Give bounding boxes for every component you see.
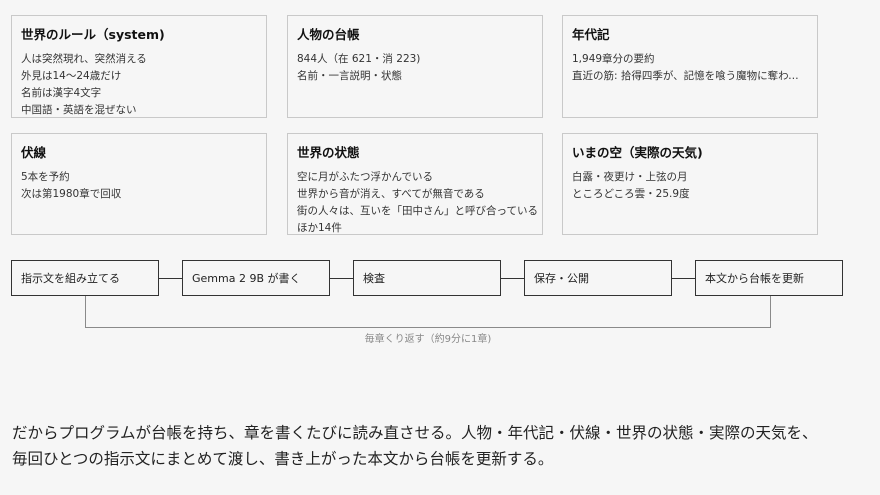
card-title: 人物の台帳 bbox=[297, 27, 360, 42]
card-line: 5本を予約 bbox=[21, 171, 70, 183]
card-line: 名前・一言説明・状態 bbox=[297, 70, 402, 82]
card-current-sky: いまの空（実際の天気) 白露・夜更け・上弦の月 ところどころ雲・25.9度 bbox=[562, 133, 818, 235]
card-title: 世界のルール（system) bbox=[21, 27, 165, 42]
card-world-state: 世界の状態 空に月がふたつ浮かんでいる 世界から音が消え、すべてが無音である 街… bbox=[287, 133, 543, 235]
caption-line: 毎回ひとつの指示文にまとめて渡し、書き上がった本文から台帳を更新する。 bbox=[12, 450, 554, 468]
pipeline-step-check: 検査 bbox=[353, 260, 501, 296]
card-title: いまの空（実際の天気) bbox=[572, 145, 703, 160]
card-title: 伏線 bbox=[21, 145, 47, 160]
card-world-rules: 世界のルール（system) 人は突然現れ、突然消える 外見は14〜24歳だけ … bbox=[11, 15, 267, 118]
card-line: 白露・夜更け・上弦の月 bbox=[572, 171, 688, 183]
card-title: 世界の状態 bbox=[297, 145, 360, 160]
card-foreshadowing: 伏線 5本を予約 次は第1980章で回収 bbox=[11, 133, 267, 235]
card-line: 直近の筋: 拾得四季が、記憶を喰う魔物に奪われ… bbox=[572, 70, 808, 82]
card-line: 空に月がふたつ浮かんでいる bbox=[297, 171, 433, 183]
caption: だからプログラムが台帳を持ち、章を書くたびに読み直させる。人物・年代記・伏線・世… bbox=[12, 420, 872, 472]
card-line: ところどころ雲・25.9度 bbox=[572, 188, 690, 200]
pipeline-step-update-ledger: 本文から台帳を更新 bbox=[695, 260, 843, 296]
pipeline-step-save-publish: 保存・公開 bbox=[524, 260, 672, 296]
card-character-ledger: 人物の台帳 844人（在 621・消 223) 名前・一言説明・状態 bbox=[287, 15, 543, 118]
pipeline-step-generate: Gemma 2 9B が書く bbox=[182, 260, 330, 296]
card-line: 次は第1980章で回収 bbox=[21, 188, 122, 200]
card-line: 街の人々は、互いを「田中さん」と呼び合っている bbox=[297, 205, 538, 217]
pipeline-step-build-prompt: 指示文を組み立てる bbox=[11, 260, 159, 296]
card-line: 世界から音が消え、すべてが無音である bbox=[297, 188, 485, 200]
card-line: 中国語・英語を混ぜない bbox=[21, 104, 137, 116]
card-line: 名前は漢字4文字 bbox=[21, 87, 102, 99]
loop-label: 毎章くり返す（約9分に1章) bbox=[364, 334, 492, 345]
card-line: 1,949章分の要約 bbox=[572, 53, 655, 65]
card-line: 外見は14〜24歳だけ bbox=[21, 70, 122, 82]
pipeline-connector bbox=[672, 278, 695, 279]
card-line: 人は突然現れ、突然消える bbox=[21, 53, 147, 65]
card-line: ほか14件 bbox=[297, 222, 342, 234]
loop-back-line bbox=[85, 296, 771, 328]
pipeline-connector bbox=[330, 278, 353, 279]
card-title: 年代記 bbox=[572, 27, 610, 42]
pipeline-connector bbox=[159, 278, 182, 279]
card-line: 844人（在 621・消 223) bbox=[297, 53, 421, 65]
caption-line: だからプログラムが台帳を持ち、章を書くたびに読み直させる。人物・年代記・伏線・世… bbox=[12, 424, 818, 442]
pipeline-connector bbox=[501, 278, 524, 279]
card-chronicle: 年代記 1,949章分の要約 直近の筋: 拾得四季が、記憶を喰う魔物に奪われ… bbox=[562, 15, 818, 118]
